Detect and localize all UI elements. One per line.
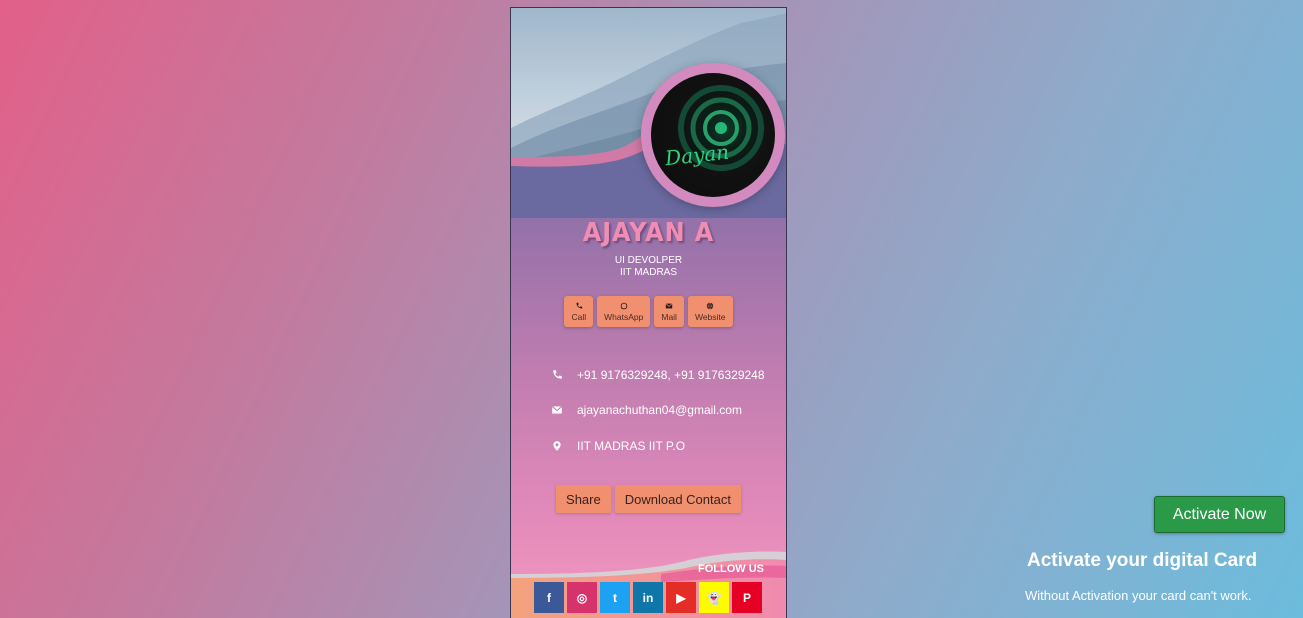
contact-email: ajayanachuthan04@gmail.com: [577, 403, 742, 417]
contact-address: IIT MADRAS IIT P.O: [577, 439, 686, 453]
profile-name: AJAYAN A: [582, 218, 715, 248]
profile-role: UI DEVOLPER IIT MADRAS: [511, 255, 786, 279]
phone-icon: [576, 302, 583, 308]
share-button[interactable]: Share: [556, 485, 611, 513]
facebook-icon[interactable]: f: [534, 582, 564, 613]
contact-address-row[interactable]: IIT MADRAS IIT P.O: [551, 439, 685, 453]
download-contact-button[interactable]: Download Contact: [614, 485, 741, 513]
follow-us-label: FOLLOW US: [698, 563, 764, 575]
mail-icon: [665, 302, 673, 308]
phone-icon: [553, 370, 562, 379]
youtube-icon[interactable]: ▶: [666, 582, 696, 613]
whatsapp-label: WhatsApp: [604, 311, 644, 322]
call-label: Call: [571, 311, 587, 322]
role-org: IIT MADRAS: [619, 267, 678, 278]
social-links: f ◎ t in ▶ 👻 P: [534, 582, 762, 613]
whatsapp-icon: [620, 302, 628, 309]
mail-button[interactable]: Mail: [654, 296, 684, 327]
twitter-icon[interactable]: t: [600, 582, 630, 613]
quick-actions: Call WhatsApp Mail Website: [511, 296, 786, 327]
instagram-icon[interactable]: ◎: [567, 582, 597, 613]
card-actions: Share Download Contact: [511, 485, 786, 513]
call-button[interactable]: Call: [564, 296, 594, 327]
activate-now-button[interactable]: Activate Now: [1154, 496, 1285, 533]
location-pin-icon: [553, 441, 561, 451]
contact-phone: +91 9176329248, +91 9176329248: [577, 368, 765, 382]
activate-title: Activate your digital Card: [1027, 550, 1258, 571]
globe-icon: [707, 302, 714, 309]
pinterest-icon[interactable]: P: [732, 582, 762, 613]
role-title: UI DEVOLPER: [614, 255, 683, 266]
linkedin-icon[interactable]: in: [633, 582, 663, 613]
website-button[interactable]: Website: [687, 296, 733, 327]
business-card: Dayan AJAYAN A UI DEVOLPER IIT MADRAS Ca…: [510, 7, 787, 618]
avatar-logo: Dayan: [651, 73, 775, 197]
mail-icon: [551, 406, 563, 414]
whatsapp-button[interactable]: WhatsApp: [597, 296, 651, 327]
mail-label: Mail: [661, 311, 677, 322]
contact-phone-row[interactable]: +91 9176329248, +91 9176329248: [551, 368, 765, 382]
contact-email-row[interactable]: ajayanachuthan04@gmail.com: [551, 403, 742, 417]
activate-subtitle: Without Activation your card can't work.: [1025, 588, 1252, 603]
avatar: Dayan: [641, 63, 785, 207]
website-label: Website: [694, 311, 726, 322]
snapchat-icon[interactable]: 👻: [699, 582, 729, 613]
logo-rings-icon: [678, 85, 764, 171]
